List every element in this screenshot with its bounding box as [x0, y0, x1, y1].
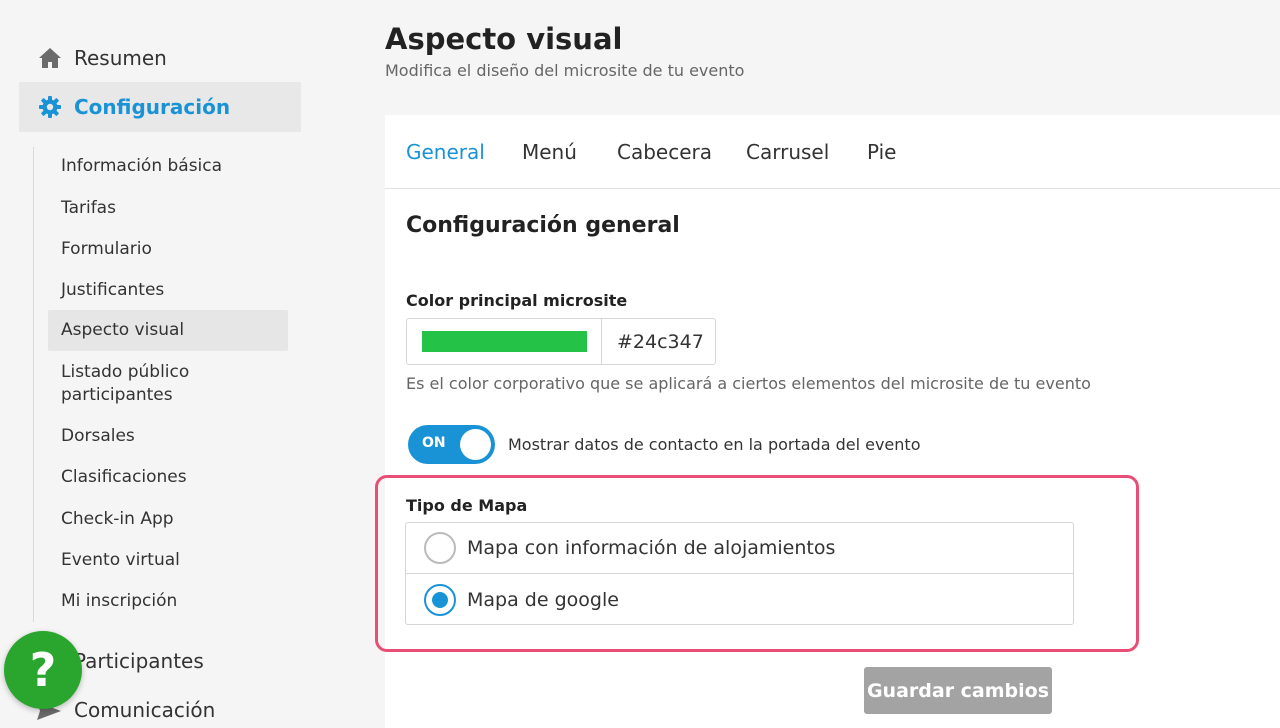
tab-menu[interactable]: Menú: [522, 140, 577, 164]
tab-carrusel[interactable]: Carrusel: [746, 140, 829, 164]
map-type-radio-group: Mapa con información de alojamientos Map…: [405, 522, 1074, 625]
submenu-item-aspecto-visual[interactable]: Aspecto visual: [48, 310, 288, 351]
submenu-item-evento-virtual[interactable]: Evento virtual: [48, 549, 288, 572]
submenu-item-check-in-app[interactable]: Check-in App: [48, 508, 288, 531]
color-picker[interactable]: #24c347: [406, 318, 716, 365]
save-button[interactable]: Guardar cambios: [864, 667, 1052, 714]
submenu-item-tarifas[interactable]: Tarifas: [48, 197, 288, 220]
help-button[interactable]: ?: [4, 631, 82, 709]
color-help-text: Es el color corporativo que se aplicará …: [406, 374, 1091, 393]
submenu-item-dorsales[interactable]: Dorsales: [48, 425, 288, 448]
home-icon: [37, 45, 63, 71]
tab-general[interactable]: General: [406, 140, 485, 164]
sidebar: Resumen Configuración Información básica…: [0, 0, 320, 728]
color-swatch[interactable]: [422, 331, 587, 352]
page-subtitle: Modifica el diseño del microsite de tu e…: [385, 61, 745, 80]
submenu-item-informacion-basica[interactable]: Información básica: [48, 155, 288, 178]
sidebar-item-resumen[interactable]: Resumen: [19, 33, 301, 83]
contact-toggle[interactable]: ON: [408, 425, 495, 464]
toggle-knob: [460, 429, 491, 460]
toggle-state: ON: [422, 435, 446, 451]
sidebar-item-configuracion[interactable]: Configuración: [19, 82, 301, 132]
sidebar-item-label: Configuración: [74, 95, 231, 119]
sidebar-item-label: Resumen: [74, 46, 167, 70]
sidebar-item-comunicacion[interactable]: Comunicación: [74, 698, 215, 722]
toggle-label: Mostrar datos de contacto en la portada …: [508, 435, 921, 454]
gear-icon: [37, 94, 63, 120]
section-title: Configuración general: [406, 213, 680, 238]
radio-option-alojamientos[interactable]: Mapa con información de alojamientos: [406, 523, 1073, 574]
tab-cabecera[interactable]: Cabecera: [617, 140, 712, 164]
submenu-item-mi-inscripcion[interactable]: Mi inscripción: [48, 590, 288, 613]
page-title: Aspecto visual: [385, 22, 623, 56]
color-swatch-container[interactable]: [407, 319, 602, 364]
submenu-item-listado-publico[interactable]: Listado público participantes: [48, 361, 248, 407]
tab-bar: General Menú Cabecera Carrusel Pie: [385, 115, 1280, 189]
submenu-divider: [33, 147, 34, 622]
radio-button-checked[interactable]: [424, 583, 456, 616]
radio-label: Mapa con información de alojamientos: [467, 537, 836, 559]
submenu-item-clasificaciones[interactable]: Clasificaciones: [48, 466, 288, 489]
settings-card: General Menú Cabecera Carrusel Pie Confi…: [375, 115, 1280, 728]
submenu-item-justificantes[interactable]: Justificantes: [48, 279, 288, 302]
radio-label: Mapa de google: [467, 588, 619, 611]
sidebar-item-participantes[interactable]: Participantes: [74, 649, 204, 673]
tab-pie[interactable]: Pie: [867, 140, 896, 164]
radio-option-google[interactable]: Mapa de google: [406, 574, 1073, 625]
color-field-label: Color principal microsite: [406, 291, 628, 310]
map-type-label: Tipo de Mapa: [406, 496, 528, 515]
radio-button[interactable]: [424, 532, 456, 564]
color-hex-input[interactable]: #24c347: [602, 319, 715, 364]
submenu-item-formulario[interactable]: Formulario: [48, 238, 288, 261]
